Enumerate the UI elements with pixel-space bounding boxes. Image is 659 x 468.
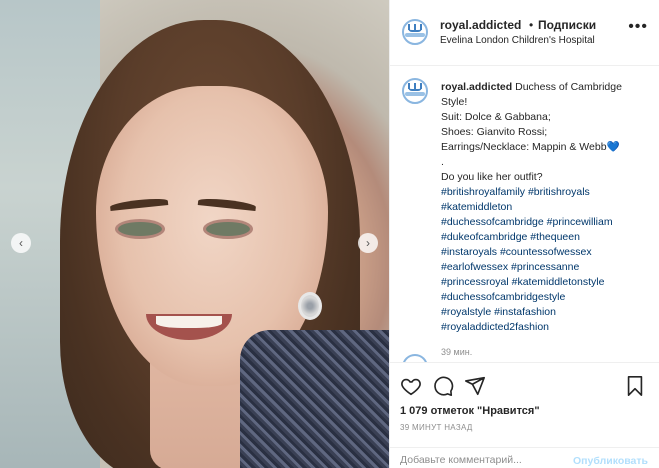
carousel-next-button[interactable]: › [358, 233, 378, 253]
avatar-text [405, 92, 425, 96]
hashtag-line[interactable]: #royaladdicted2fashion [441, 320, 651, 335]
hashtag-line[interactable]: #princessroyal #katemiddletonstyle [441, 275, 651, 290]
header-username[interactable]: royal.addicted [440, 18, 521, 32]
comment-icon[interactable] [432, 375, 454, 397]
photo-jacket [240, 330, 389, 468]
likes-count[interactable]: 1 079 отметок "Нравится" [400, 405, 540, 417]
add-comment-bar: Опубликовать [390, 447, 659, 468]
post-caption: royal.addicted Duchess of Cambridge Styl… [441, 80, 651, 360]
caption-line: Do you like her outfit? [441, 171, 543, 183]
hashtag-line[interactable]: #duchessofcambridgestyle [441, 290, 651, 305]
hashtag-line[interactable]: #katemiddleton [441, 200, 651, 215]
hashtag-line[interactable]: #royalstyle #instafashion [441, 305, 651, 320]
heart-icon[interactable] [400, 375, 422, 397]
caption-line: Suit: Dolce & Gabbana; [441, 111, 551, 123]
avatar[interactable] [402, 19, 428, 45]
publish-button[interactable]: Опубликовать [573, 455, 648, 467]
photo-eye-left [118, 222, 162, 236]
photo-teeth [156, 316, 222, 328]
post-timestamp[interactable]: 39 МИНУТ НАЗАД [400, 423, 473, 432]
post-header: royal.addicted • Подписки Evelina London… [390, 0, 659, 66]
hashtag-line[interactable]: #instaroyals #countessofwessex [441, 245, 651, 260]
location-link[interactable]: Evelina London Children's Hospital [440, 35, 595, 46]
hashtag-line[interactable]: #dukeofcambridge #thequeen [441, 230, 651, 245]
bookmark-icon[interactable] [624, 375, 646, 397]
caption-username[interactable]: royal.addicted [441, 81, 512, 93]
next-comment-avatar[interactable] [402, 354, 428, 362]
comment-input[interactable] [400, 454, 560, 466]
following-button[interactable]: Подписки [538, 18, 596, 32]
heart-icon: 💙 [606, 141, 620, 153]
more-options-icon[interactable]: ••• [628, 19, 648, 35]
crown-icon [408, 24, 422, 32]
comments-section[interactable]: royal.addicted Duchess of Cambridge Styl… [390, 66, 659, 362]
caption-line: Earrings/Necklace: Mappin & Webb💙 [441, 140, 651, 155]
crown-icon [408, 83, 422, 91]
caption-avatar[interactable] [402, 78, 428, 104]
caption-line: . [441, 156, 444, 168]
share-icon[interactable] [464, 375, 486, 397]
caption-time[interactable]: 39 мин. [441, 345, 651, 360]
post-actions: 1 079 отметок "Нравится" 39 МИНУТ НАЗАД … [390, 362, 659, 468]
post-side-panel: royal.addicted • Подписки Evelina London… [389, 0, 659, 468]
caption-line: Shoes: Gianvito Rossi; [441, 126, 548, 138]
hashtag-line[interactable]: #britishroyalfamily #britishroyals [441, 185, 651, 200]
photo-earring [298, 292, 322, 320]
caption-line-text: Earrings/Necklace: Mappin & Webb [441, 141, 607, 153]
photo-eye-right [206, 222, 250, 236]
avatar-text [405, 33, 425, 37]
hashtag-line[interactable]: #duchessofcambridge #princewilliam [441, 215, 651, 230]
separator-dot: • [529, 18, 534, 32]
hashtag-line[interactable]: #earlofwessex #princessanne [441, 260, 651, 275]
carousel-prev-button[interactable]: ‹ [11, 233, 31, 253]
post-photo[interactable]: ‹ › [0, 0, 389, 468]
